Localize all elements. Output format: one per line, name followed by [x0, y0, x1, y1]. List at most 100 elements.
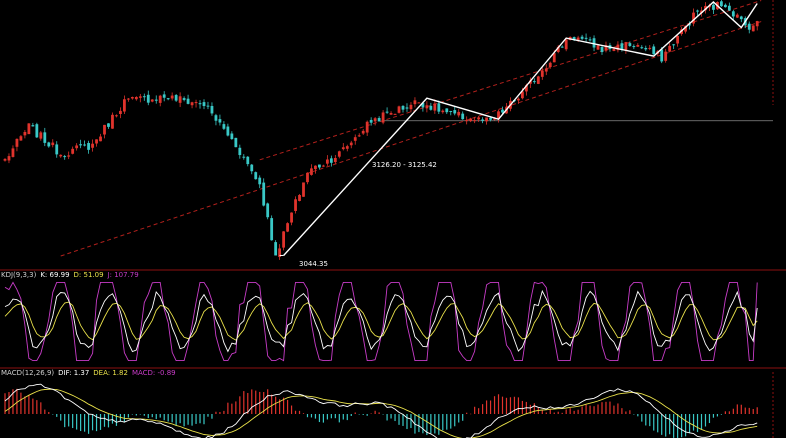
candle-body	[43, 132, 47, 143]
candle-body	[612, 48, 616, 51]
candle-body	[397, 106, 401, 113]
macd-histogram-bar	[593, 406, 595, 414]
candle-body	[23, 131, 27, 136]
candle-body	[640, 47, 644, 49]
macd-histogram-bar	[752, 408, 754, 414]
candle-body	[501, 109, 504, 113]
macd-histogram-bar	[183, 414, 185, 427]
macd-histogram-bar	[732, 408, 734, 414]
candle-body	[425, 105, 429, 109]
candle-body	[369, 119, 373, 123]
macd-dif-line	[4, 383, 758, 438]
macd-histogram-bar	[8, 392, 10, 414]
macd-histogram-bar	[716, 414, 719, 417]
candle-body	[130, 97, 134, 99]
macd-histogram-bar	[402, 414, 404, 426]
macd-histogram-bar	[179, 414, 181, 424]
candle-body	[238, 147, 242, 156]
candle-body	[162, 94, 166, 98]
macd-histogram-bar	[302, 413, 305, 414]
macd-histogram-bar	[613, 405, 615, 414]
candle-body	[314, 165, 317, 170]
macd-dea-value: DEA: 1.82	[93, 369, 128, 377]
candle-body	[270, 218, 274, 241]
macd-histogram-bar	[458, 414, 460, 423]
candle-body	[755, 21, 759, 27]
candle-body	[532, 81, 536, 83]
macd-histogram-bar	[275, 396, 277, 414]
macd-histogram-bar	[450, 414, 452, 429]
macd-histogram-bar	[597, 404, 599, 414]
candle-body	[481, 119, 484, 121]
macd-name: MACD(12,26,9)	[1, 369, 55, 377]
candle-body	[584, 37, 588, 39]
macd-histogram-bar	[629, 410, 631, 414]
macd-histogram-bar	[103, 414, 106, 427]
candle-body	[588, 39, 592, 41]
macd-histogram-bar	[581, 406, 583, 414]
candle-body	[668, 45, 672, 52]
candle-body	[628, 43, 632, 46]
channel-upper-line	[259, 0, 762, 161]
candle-body	[429, 105, 433, 110]
candle-body	[361, 130, 365, 134]
macd-histogram-bar	[195, 414, 197, 424]
macd-histogram-bar	[219, 412, 221, 414]
macd-histogram-bar	[350, 414, 352, 416]
macd-histogram-bar	[374, 410, 376, 414]
macd-histogram-bar	[354, 412, 356, 414]
macd-histogram-bar	[20, 392, 22, 414]
candle-body	[580, 36, 584, 39]
macd-histogram-bar	[394, 414, 396, 422]
candle-body	[99, 136, 102, 142]
candle-body	[222, 124, 226, 129]
candle-body	[298, 195, 301, 201]
macd-histogram-bar	[505, 397, 508, 414]
candle-body	[664, 51, 668, 61]
candle-body	[262, 182, 266, 206]
candle-body	[564, 39, 568, 50]
candle-body	[95, 139, 98, 144]
macd-histogram-bar	[509, 397, 512, 414]
macd-histogram-bar	[84, 414, 86, 432]
candle-body	[381, 112, 385, 123]
candle-body	[449, 110, 453, 112]
candle-body	[636, 45, 640, 47]
macd-histogram-bar	[99, 414, 102, 430]
candle-body	[310, 168, 313, 175]
macd-histogram-bar	[541, 410, 543, 414]
candle-body	[727, 5, 731, 11]
macd-histogram-bar	[318, 414, 321, 423]
candle-body	[696, 10, 699, 12]
macd-histogram-bar	[637, 414, 639, 417]
candle-body	[19, 136, 23, 141]
macd-histogram-bar	[692, 414, 695, 431]
candle-body	[385, 111, 389, 113]
candle-body	[660, 49, 664, 62]
candle-body	[170, 95, 174, 99]
macd-macd-value: MACD: -0.89	[131, 369, 176, 377]
macd-histogram-bar	[406, 414, 408, 430]
macd-histogram-bar	[573, 410, 575, 414]
macd-histogram-bar	[346, 414, 348, 421]
macd-histogram-bar	[64, 414, 66, 428]
macd-histogram-bar	[239, 396, 241, 414]
macd-histogram-bar	[434, 414, 436, 434]
macd-histogram-bar	[673, 414, 675, 438]
candle-body	[723, 4, 727, 8]
candle-body	[349, 142, 353, 146]
candle-body	[417, 102, 421, 104]
candle-body	[186, 98, 190, 104]
macd-histogram-bar	[390, 414, 392, 419]
candle-body	[325, 159, 329, 164]
macd-histogram-bar	[227, 402, 229, 414]
macd-histogram-bar	[231, 403, 233, 414]
candle-body	[739, 16, 743, 20]
macd-histogram-bar	[740, 404, 742, 414]
candle-body	[31, 125, 35, 127]
candle-body	[146, 94, 150, 103]
macd-histogram-bar	[493, 396, 496, 414]
candle-body	[182, 98, 186, 100]
candle-body	[286, 223, 289, 232]
candle-body	[341, 147, 345, 150]
